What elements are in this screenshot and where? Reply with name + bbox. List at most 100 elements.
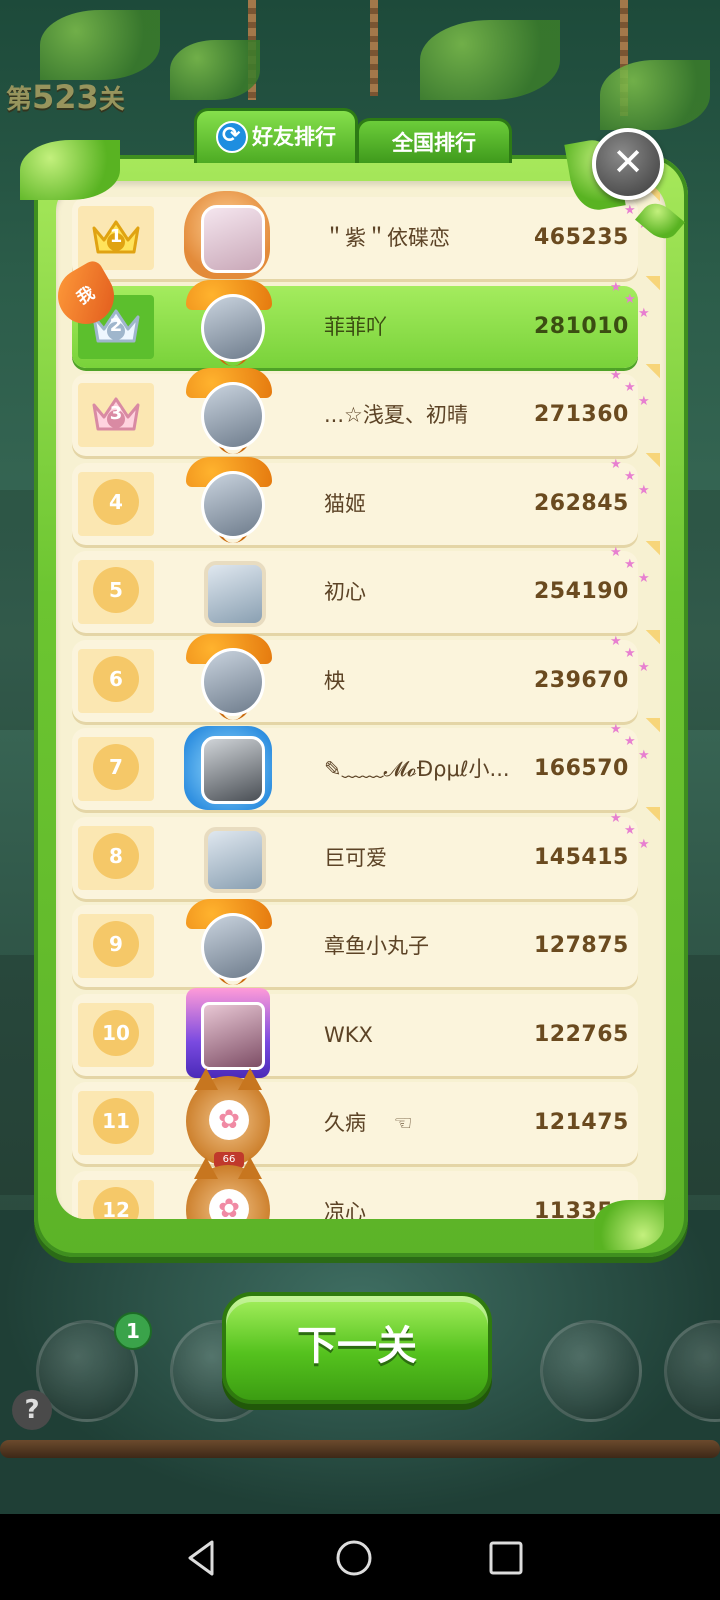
hanging-rope <box>370 0 378 96</box>
star-icon: ★ <box>638 571 650 586</box>
leaf-decoration <box>170 40 260 100</box>
avatar-frame[interactable] <box>184 633 274 724</box>
star-ribbon: ★★★ <box>598 807 660 877</box>
avatar <box>201 205 265 273</box>
leaderboard-list-viewport[interactable]: 1＂紫＂依碟恋465235★★★2菲菲吖281010★★★我3...☆浅夏、初晴… <box>56 181 666 1219</box>
flower-icon: ✿ <box>209 1100 249 1140</box>
star-icon: ★ <box>624 557 636 572</box>
vine-decoration <box>0 1440 720 1458</box>
rank-badge: 1 <box>78 206 154 270</box>
leaf-decoration <box>20 140 120 200</box>
leaderboard-row[interactable]: 2 菲菲吖 281010 ★ ★ ★ 我 <box>56 257 650 368</box>
tab-national-label: 全国排行 <box>392 131 476 155</box>
help-button[interactable]: ? <box>12 1390 52 1430</box>
player-name: 猫姬 <box>324 491 366 516</box>
star-icon: ★ <box>638 836 650 852</box>
leaderboard-panel: 1＂紫＂依碟恋465235★★★2菲菲吖281010★★★我3...☆浅夏、初晴… <box>34 155 688 1257</box>
avatar-frame[interactable] <box>184 899 274 989</box>
home-icon[interactable] <box>332 1536 376 1580</box>
rank-number: 1 <box>109 226 123 247</box>
player-name: ...☆浅夏、初晴 <box>324 403 468 427</box>
rank-badge: 5 <box>78 560 154 624</box>
avatar-frame[interactable] <box>184 279 274 370</box>
player-name: 章鱼小丸子 <box>324 934 429 958</box>
star-icon: ★ <box>638 482 650 498</box>
leaderboard-row[interactable]: 4 猫姬 262845 ★ ★ ★ <box>72 456 650 545</box>
leaderboard-row[interactable]: 7 ✎﹏﹏𝓜𝓸Ɖρμℓ小... 166570 ★ ★ ★ <box>72 722 650 810</box>
star-icon: ★ <box>638 394 650 409</box>
avatar-frame[interactable] <box>184 722 274 812</box>
avatar <box>201 647 265 716</box>
player-name: 初心 <box>324 580 366 604</box>
leaderboard-row[interactable]: 5 初心 254190 ★ ★ ★ <box>72 545 650 633</box>
rank-number: 6 <box>93 655 139 702</box>
leaderboard-row[interactable]: 3 ...☆浅夏、初晴 271360 ★ ★ ★ <box>72 368 650 456</box>
rank-badge: 8 <box>78 825 154 890</box>
back-icon[interactable] <box>180 1536 224 1580</box>
close-button[interactable]: ✕ <box>592 128 664 200</box>
star-icon: ★ <box>638 305 650 321</box>
leaderboard-row[interactable]: 8 巨可爱 145415 ★ ★ ★ <box>72 811 650 899</box>
tab-national-ranking[interactable]: 全国排行 <box>356 118 512 163</box>
leaderboard-row[interactable]: 10 WKX 122765 <box>72 987 638 1078</box>
avatar-frame[interactable]: ✿ 66 <box>184 1068 274 1168</box>
next-level-button[interactable]: 下一关 <box>222 1292 492 1404</box>
avatar <box>204 561 266 627</box>
star-icon: ★ <box>624 645 636 661</box>
avatar-frame[interactable] <box>184 191 274 281</box>
booster-slot[interactable] <box>540 1320 642 1422</box>
leaderboard-row[interactable]: 11 ✿ 66 久病 ☜ 121475 <box>72 1068 638 1168</box>
star-icon: ★ <box>610 722 622 737</box>
player-score: 127875 <box>534 933 629 958</box>
avatar <box>201 293 265 362</box>
star-icon: ★ <box>638 748 650 763</box>
avatar-frame[interactable] <box>184 811 274 901</box>
avatar <box>201 470 265 539</box>
star-icon: ★ <box>610 545 622 560</box>
leaf-decoration <box>594 1200 664 1250</box>
player-name: ＂紫＂依碟恋 <box>324 226 450 250</box>
player-score: 122765 <box>534 1021 629 1047</box>
rank-badge: 4 <box>78 471 154 536</box>
booster-count-badge: 1 <box>114 1312 152 1350</box>
star-icon: ★ <box>624 822 636 838</box>
tab-friends-ranking[interactable]: 好友排行 <box>194 108 358 163</box>
leaderboard-row[interactable]: 1＂紫＂依碟恋465235★★★ <box>72 191 650 279</box>
star-icon: ★ <box>610 810 622 826</box>
player-score: 121475 <box>534 1110 629 1135</box>
leaderboard-row[interactable]: 6 柍 239670 ★ ★ ★ <box>72 633 650 722</box>
rank-badge: 11 <box>78 1091 154 1155</box>
star-ribbon: ★★★ <box>598 630 660 700</box>
rank-number: 11 <box>93 1098 139 1144</box>
flower-icon: ✿ <box>209 1188 249 1219</box>
player-name: 久病 ☜ <box>324 1111 413 1135</box>
rank-number: 12 <box>93 1186 139 1219</box>
rank-number: 5 <box>93 567 139 613</box>
star-icon: ★ <box>610 279 622 295</box>
star-icon: ★ <box>624 468 636 484</box>
avatar <box>201 382 265 450</box>
avatar-frame[interactable] <box>184 456 274 547</box>
refresh-icon[interactable] <box>216 120 248 153</box>
leaf-decoration <box>600 60 710 130</box>
star-ribbon: ★★★ <box>598 453 660 523</box>
avatar-frame[interactable]: ✿ <box>184 1156 274 1219</box>
recent-apps-icon[interactable] <box>484 1536 528 1580</box>
avatar-frame[interactable] <box>184 368 274 458</box>
rank-badge: 6 <box>78 648 154 713</box>
rank-number: 7 <box>93 744 139 790</box>
star-icon: ★ <box>610 368 622 383</box>
leaderboard-row[interactable]: 9 章鱼小丸子 127875 <box>72 899 638 987</box>
avatar-frame[interactable] <box>184 545 274 635</box>
player-name: 菲菲吖 <box>324 314 387 339</box>
star-icon: ★ <box>610 456 622 472</box>
player-name: 柍 <box>324 668 345 693</box>
star-ribbon: ★★★ <box>598 718 660 788</box>
leaf-decoration <box>40 10 160 80</box>
rank-number: 3 <box>109 403 123 424</box>
leaderboard-row[interactable]: 12 ✿ 凉心 113350 <box>72 1156 638 1219</box>
system-navigation-bar <box>0 1514 720 1600</box>
avatar-frame[interactable] <box>184 987 274 1078</box>
rank-badge: 3 <box>78 383 154 447</box>
tab-friends-label: 好友排行 <box>252 125 336 149</box>
